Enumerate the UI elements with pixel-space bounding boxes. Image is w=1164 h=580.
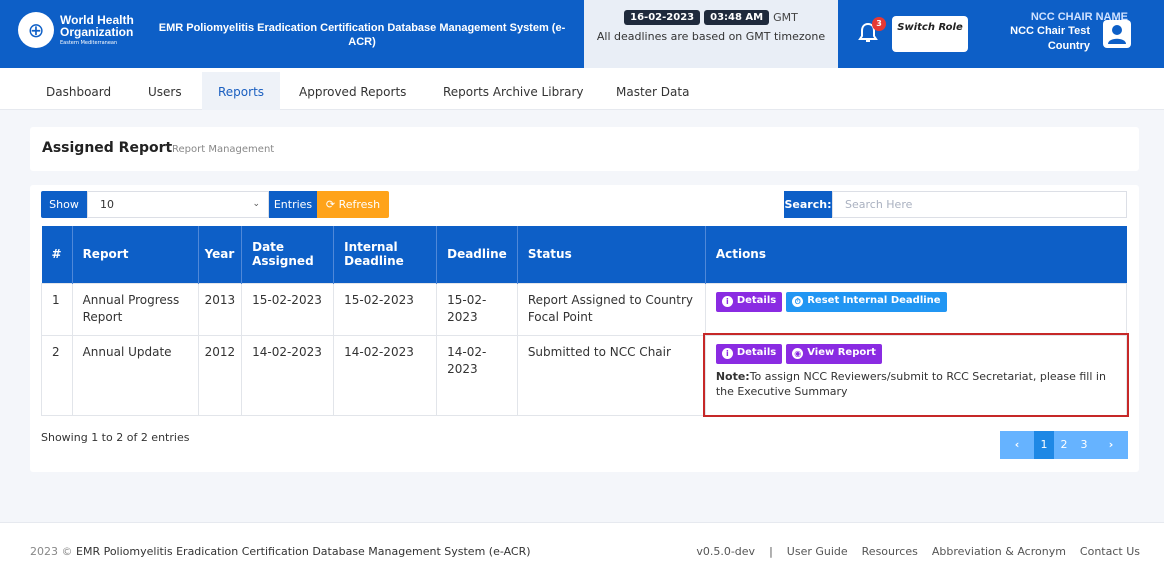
app-footer: 2023 © EMR Poliomyelitis Eradication Cer… bbox=[0, 522, 1164, 580]
col-header-deadline[interactable]: Deadline bbox=[436, 226, 518, 283]
prev-page-button[interactable]: ‹ bbox=[1000, 431, 1034, 459]
col-header-actions: Actions bbox=[705, 226, 1127, 283]
page-1-button[interactable]: 1 bbox=[1034, 431, 1054, 459]
notification-count-badge: 3 bbox=[872, 17, 886, 31]
col-header-report[interactable]: Report bbox=[72, 226, 199, 283]
col-header-status[interactable]: Status bbox=[517, 226, 706, 283]
col-header-number[interactable]: # bbox=[41, 226, 73, 283]
col-header-year[interactable]: Year bbox=[198, 226, 243, 283]
note-label: Note: bbox=[715, 369, 750, 383]
stopwatch-icon: ⏱ bbox=[792, 296, 804, 307]
page-subtitle: Report Management bbox=[172, 144, 275, 155]
row-date-assigned: 14-02-2023 bbox=[241, 334, 335, 416]
footer-link-user-guide[interactable]: User Guide bbox=[787, 545, 848, 558]
nav-master-data[interactable]: Master Data bbox=[616, 72, 689, 112]
footer-system: EMR Poliomyelitis Eradication Certificat… bbox=[76, 545, 531, 558]
table-header-row: # Report Year Date Assigned Internal Dea… bbox=[41, 226, 1127, 283]
page-2-button[interactable]: 2 bbox=[1054, 431, 1074, 459]
col-header-date-assigned[interactable]: Date Assigned bbox=[241, 226, 335, 283]
row-report: Annual Progress Report bbox=[71, 282, 199, 336]
details-button[interactable]: i Details bbox=[715, 291, 783, 312]
footer-link-contact[interactable]: Contact Us bbox=[1080, 545, 1140, 558]
refresh-label: Refresh bbox=[338, 198, 381, 211]
action-note: Note:To assign NCC Reviewers/submit to R… bbox=[716, 369, 1116, 401]
footer-copyright: 2023 © EMR Poliomyelitis Eradication Cer… bbox=[30, 545, 531, 558]
details-label: Details bbox=[736, 347, 777, 359]
chevron-down-icon: ⌄ bbox=[252, 199, 260, 209]
details-button[interactable]: i Details bbox=[715, 343, 783, 364]
table-row: 1 Annual Progress Report 2013 15-02-2023… bbox=[41, 282, 1128, 336]
nav-dashboard[interactable]: Dashboard bbox=[46, 72, 111, 112]
logo-region: Eastern Mediterranean bbox=[60, 39, 118, 46]
footer-link-abbreviation[interactable]: Abbreviation & Acronym bbox=[932, 545, 1066, 558]
row-number: 2 bbox=[41, 334, 73, 416]
current-time: 03:48 AM bbox=[704, 10, 770, 25]
footer-link-resources[interactable]: Resources bbox=[862, 545, 918, 558]
logo-org-line2: Organization bbox=[60, 25, 134, 40]
row-status: Report Assigned to Country Focal Point bbox=[516, 282, 706, 336]
show-label: Show bbox=[41, 191, 87, 218]
pagination: ‹ 1 2 3 › bbox=[1000, 431, 1128, 459]
footer-year: 2023 © bbox=[30, 545, 73, 558]
reset-internal-deadline-button[interactable]: ⏱ Reset Internal Deadline bbox=[786, 291, 947, 312]
footer-links: v0.5.0-dev | User Guide Resources Abbrev… bbox=[696, 545, 1140, 558]
current-date: 16-02-2023 bbox=[624, 10, 701, 25]
refresh-button[interactable]: ⟳ Refresh bbox=[317, 191, 389, 218]
row-year: 2012 bbox=[197, 334, 243, 416]
nav-reports-archive-library[interactable]: Reports Archive Library bbox=[443, 72, 584, 112]
nav-users[interactable]: Users bbox=[148, 72, 182, 112]
row-number: 1 bbox=[41, 282, 73, 336]
switch-role-button[interactable]: Switch Role bbox=[892, 16, 968, 52]
view-report-label: View Report bbox=[807, 347, 876, 359]
row-internal-deadline: 15-02-2023 bbox=[333, 282, 438, 336]
entries-summary: Showing 1 to 2 of 2 entries bbox=[41, 431, 190, 444]
info-icon: i bbox=[721, 296, 733, 307]
row-actions-highlighted: i Details ◉ View Report Note:To assign NCC … bbox=[703, 333, 1129, 417]
globe-icon: ⊕ bbox=[18, 12, 54, 48]
col-header-internal-deadline[interactable]: Internal Deadline bbox=[333, 226, 438, 283]
view-report-button[interactable]: ◉ View Report bbox=[786, 343, 882, 364]
row-actions: i Details ⏱ Reset Internal Deadline bbox=[704, 282, 1128, 336]
avatar[interactable] bbox=[1103, 20, 1131, 48]
details-label: Details bbox=[736, 295, 777, 307]
page-size-select[interactable]: 10 ⌄ bbox=[87, 191, 269, 218]
assigned-report-table: # Report Year Date Assigned Internal Dea… bbox=[41, 226, 1129, 417]
table-row: 2 Annual Update 2012 14-02-2023 14-02-20… bbox=[41, 333, 1129, 417]
footer-version: v0.5.0-dev bbox=[696, 545, 756, 558]
system-title: EMR Poliomyelitis Eradication Certificat… bbox=[158, 22, 566, 48]
note-text: To assign NCC Reviewers/submit to RCC Se… bbox=[715, 369, 1106, 399]
main-nav: Dashboard Users Reports Approved Reports… bbox=[0, 68, 1164, 112]
refresh-icon: ⟳ bbox=[325, 198, 339, 211]
row-deadline: 14-02-2023 bbox=[436, 334, 518, 416]
page-3-button[interactable]: 3 bbox=[1074, 431, 1094, 459]
row-deadline: 15-02-2023 bbox=[436, 282, 518, 336]
eye-icon: ◉ bbox=[792, 348, 804, 359]
row-year: 2013 bbox=[197, 282, 243, 336]
row-status: Submitted to NCC Chair bbox=[516, 334, 706, 416]
next-page-button[interactable]: › bbox=[1094, 431, 1128, 459]
time-panel: 16-02-2023 03:48 AM GMT All deadlines ar… bbox=[584, 0, 838, 68]
search-label: Search: bbox=[784, 191, 832, 218]
breadcrumb: Assigned Report Report Management bbox=[30, 127, 1139, 171]
info-icon: i bbox=[721, 348, 733, 359]
timezone-label: GMT bbox=[773, 11, 798, 24]
user-icon bbox=[1108, 25, 1126, 44]
app-header: ⊕ World Health Organization Eastern Medi… bbox=[0, 0, 1164, 68]
who-logo[interactable]: ⊕ World Health Organization Eastern Medi… bbox=[18, 12, 134, 48]
report-table-card: Show 10 ⌄ Entries ⟳ Refresh Search: # Re… bbox=[30, 185, 1139, 472]
entries-label: Entries bbox=[269, 191, 317, 218]
deadline-note: All deadlines are based on GMT timezone bbox=[596, 30, 826, 43]
nav-approved-reports[interactable]: Approved Reports bbox=[299, 72, 406, 112]
row-report: Annual Update bbox=[71, 334, 199, 416]
page-size-value: 10 bbox=[100, 198, 114, 211]
search-input[interactable] bbox=[832, 191, 1127, 218]
reset-label: Reset Internal Deadline bbox=[807, 295, 941, 307]
main-content: Assigned Report Report Management Show 1… bbox=[0, 110, 1164, 522]
nav-reports[interactable]: Reports bbox=[202, 72, 281, 112]
page-title: Assigned Report bbox=[42, 140, 173, 156]
row-date-assigned: 15-02-2023 bbox=[241, 282, 335, 336]
row-internal-deadline: 14-02-2023 bbox=[333, 334, 438, 416]
